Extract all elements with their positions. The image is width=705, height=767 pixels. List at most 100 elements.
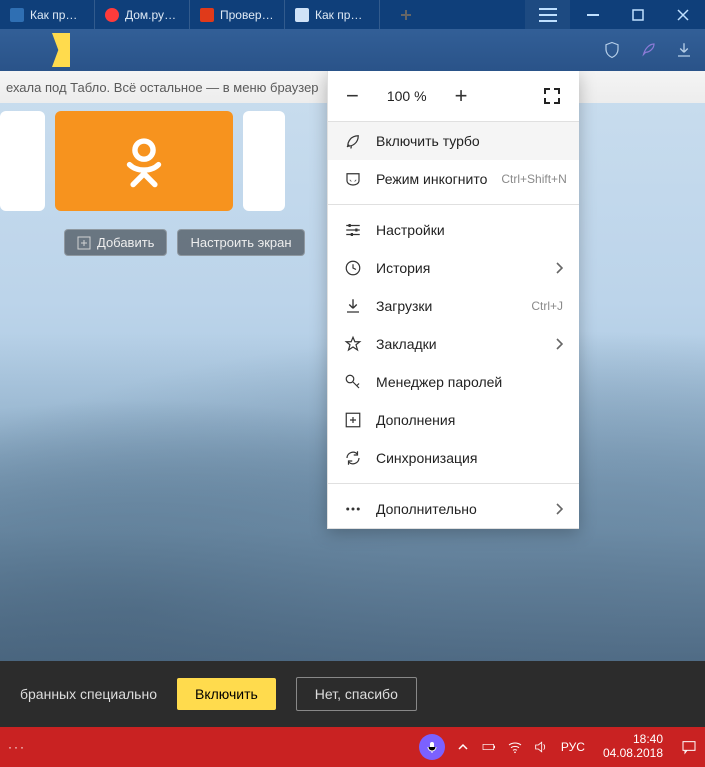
menu-label: Настройки	[376, 222, 563, 238]
minimize-button[interactable]	[570, 0, 615, 29]
tab-strip: Как провер Дом.ру - к Проверить Как пров…	[0, 0, 705, 29]
menu-label: Дополнения	[376, 412, 563, 428]
menu-settings[interactable]: Настройки	[328, 211, 579, 249]
browser-menu: − 100 % + Включить турбо Режим инкогнито…	[327, 71, 579, 529]
close-button[interactable]	[660, 0, 705, 29]
menu-label: Дополнительно	[376, 501, 541, 517]
tab-title: Проверить	[220, 8, 274, 22]
menu-passwords[interactable]: Менеджер паролей	[328, 363, 579, 401]
mask-icon	[344, 170, 362, 188]
menu-label: История	[376, 260, 541, 276]
action-center-icon[interactable]	[681, 739, 697, 755]
browser-menu-button[interactable]	[525, 0, 570, 29]
menu-turbo[interactable]: Включить турбо	[328, 122, 579, 160]
history-icon	[344, 259, 362, 277]
menu-addons[interactable]: Дополнения	[328, 401, 579, 439]
add-tile-button[interactable]: Добавить	[64, 229, 167, 256]
close-icon	[677, 9, 689, 21]
decline-button[interactable]: Нет, спасибо	[296, 677, 417, 711]
chevron-right-icon	[555, 338, 563, 350]
tablo-tile[interactable]	[243, 111, 285, 211]
clock[interactable]: 18:40 04.08.2018	[603, 733, 663, 761]
tab-0[interactable]: Как провер	[0, 0, 95, 29]
key-icon	[344, 373, 362, 391]
menu-sync[interactable]: Синхронизация	[328, 439, 579, 477]
favicon-icon	[200, 8, 214, 22]
menu-downloads[interactable]: Загрузки Ctrl+J	[328, 287, 579, 325]
menu-label: Включить турбо	[376, 133, 563, 149]
address-bar-row	[0, 29, 705, 71]
zoom-in-button[interactable]: +	[455, 85, 468, 107]
battery-icon[interactable]	[481, 739, 497, 755]
tab-title: Дом.ру - к	[125, 8, 179, 22]
mic-icon	[426, 741, 438, 753]
tablo-tile-odnoklassniki[interactable]	[55, 111, 233, 211]
hamburger-icon	[539, 8, 557, 22]
favicon-icon	[295, 8, 309, 22]
menu-label: Режим инкогнито	[376, 171, 487, 187]
zen-prompt-bar: бранных специально Включить Нет, спасибо	[0, 661, 705, 727]
volume-icon[interactable]	[533, 739, 549, 755]
tab-title: Как провер	[315, 8, 369, 22]
dots-icon	[344, 500, 362, 518]
maximize-button[interactable]	[615, 0, 660, 29]
new-tab-button[interactable]	[380, 0, 432, 29]
shield-icon[interactable]	[603, 41, 621, 59]
sync-icon	[344, 449, 362, 467]
menu-shortcut: Ctrl+J	[531, 299, 563, 313]
favicon-icon	[10, 8, 24, 22]
maximize-icon	[632, 9, 644, 21]
zoom-out-button[interactable]: −	[346, 85, 359, 107]
menu-more[interactable]: Дополнительно	[328, 490, 579, 528]
enable-button[interactable]: Включить	[177, 678, 276, 710]
plus-box-icon	[344, 411, 362, 429]
tab-3[interactable]: Как провер	[285, 0, 380, 29]
minimize-icon	[587, 9, 599, 21]
wifi-icon[interactable]	[507, 739, 523, 755]
menu-shortcut: Ctrl+Shift+N	[501, 172, 566, 186]
zoom-value: 100 %	[387, 88, 427, 104]
chevron-up-icon	[457, 741, 469, 753]
prompt-text: бранных специально	[20, 686, 157, 702]
sliders-icon	[344, 221, 362, 239]
voice-assistant-button[interactable]	[419, 734, 445, 760]
menu-bookmarks[interactable]: Закладки	[328, 325, 579, 363]
taskbar-overflow[interactable]: ···	[8, 740, 26, 754]
configure-screen-button[interactable]: Настроить экран	[177, 229, 304, 256]
chevron-right-icon	[555, 503, 563, 515]
tab-title: Как провер	[30, 8, 84, 22]
window-controls	[570, 0, 705, 29]
smartline-end	[52, 33, 70, 67]
add-tile-label: Добавить	[97, 235, 154, 250]
fullscreen-button[interactable]	[543, 87, 561, 105]
star-icon	[344, 335, 362, 353]
download-icon[interactable]	[675, 41, 693, 59]
chevron-right-icon	[555, 262, 563, 274]
taskbar: ··· РУС 18:40 04.08.2018	[0, 727, 705, 767]
download-icon	[344, 297, 362, 315]
plus-icon	[400, 9, 412, 21]
clock-date: 04.08.2018	[603, 747, 663, 761]
rocket-icon	[344, 132, 362, 150]
configure-screen-label: Настроить экран	[190, 235, 291, 250]
feather-icon[interactable]	[639, 41, 657, 59]
clock-time: 18:40	[633, 733, 663, 747]
fullscreen-icon	[543, 87, 561, 105]
menu-incognito[interactable]: Режим инкогнито Ctrl+Shift+N	[328, 160, 579, 198]
menu-history[interactable]: История	[328, 249, 579, 287]
menu-label: Загрузки	[376, 298, 517, 314]
tab-1[interactable]: Дом.ру - к	[95, 0, 190, 29]
menu-label: Синхронизация	[376, 450, 563, 466]
wifi-icon	[105, 8, 119, 22]
plus-box-icon	[77, 236, 91, 250]
input-language[interactable]: РУС	[561, 740, 585, 754]
menu-label: Закладки	[376, 336, 541, 352]
odnoklassniki-icon	[115, 132, 173, 190]
tray-expand-button[interactable]	[457, 741, 469, 753]
page-content: ехала под Табло. Всё остальное — в меню …	[0, 71, 705, 727]
menu-label: Менеджер паролей	[376, 374, 563, 390]
system-tray	[481, 739, 549, 755]
zoom-row: − 100 % +	[328, 71, 579, 122]
tablo-tile[interactable]	[0, 111, 45, 211]
tab-2[interactable]: Проверить	[190, 0, 285, 29]
